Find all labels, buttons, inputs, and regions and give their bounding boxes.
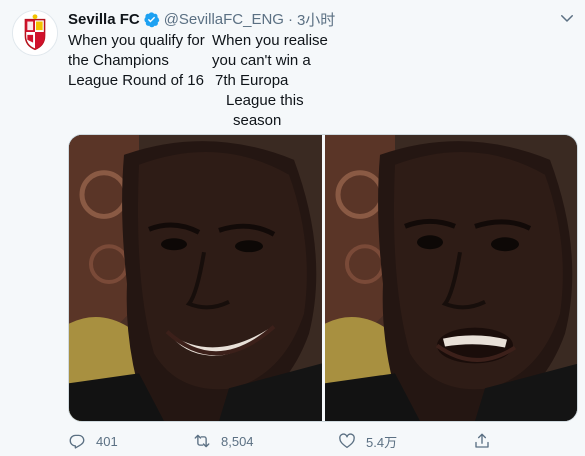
retweet-count: 8,504 <box>221 433 254 449</box>
retweet-button[interactable]: 8,504 <box>193 428 254 454</box>
reply-count: 401 <box>96 433 118 449</box>
share-icon <box>475 433 489 448</box>
caption-right-line: season <box>233 112 282 129</box>
sevilla-crest-icon <box>13 11 57 55</box>
chevron-down-icon <box>561 15 573 22</box>
reply-button[interactable]: 401 <box>68 428 118 454</box>
caption-right-line: League this <box>226 92 304 109</box>
more-options-button[interactable] <box>556 8 578 28</box>
caption-right-line: 7th Europa <box>215 72 289 89</box>
tweet-media[interactable] <box>68 134 578 422</box>
media-image-disappointed[interactable] <box>325 135 577 421</box>
author-name[interactable]: Sevilla FC <box>68 11 140 28</box>
caption-right-line: you can't win a <box>212 52 311 69</box>
caption-right: When you realise you can't win a 7th Eur… <box>212 31 342 131</box>
like-button[interactable]: 5.4万 <box>338 428 397 454</box>
retweet-icon <box>194 434 210 448</box>
tweet-timestamp[interactable]: 3小时 <box>297 9 335 30</box>
reply-icon <box>69 434 85 449</box>
like-count: 5.4万 <box>366 434 398 450</box>
media-image-happy[interactable] <box>69 135 322 421</box>
verified-badge-icon <box>143 11 160 28</box>
separator-dot: · <box>287 10 293 28</box>
caption-right-line: When you realise <box>212 32 328 49</box>
tweet[interactable]: Sevilla FC @SevillaFC_ENG · 3小时 When you… <box>0 0 585 456</box>
author-handle[interactable]: @SevillaFC_ENG <box>164 11 284 28</box>
share-button[interactable] <box>473 428 491 454</box>
avatar[interactable] <box>12 10 58 56</box>
tweet-header: Sevilla FC @SevillaFC_ENG · 3小时 <box>68 9 335 29</box>
tweet-actions: 401 8,504 5.4万 <box>68 428 578 454</box>
heart-icon <box>339 433 355 449</box>
caption-left: When you qualify for the Champions Leagu… <box>68 32 205 89</box>
